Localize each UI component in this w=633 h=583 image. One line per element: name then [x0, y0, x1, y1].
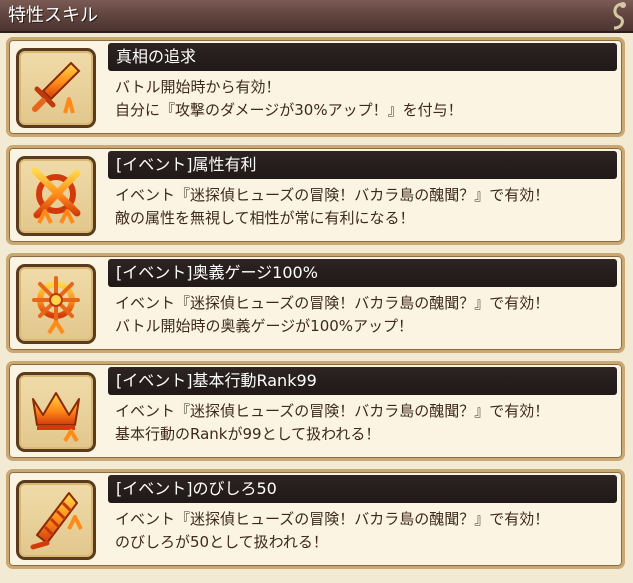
skill-description: イベント『迷探偵ヒューズの冒険！バカラ島の醜聞？』で有効！ 敵の属性を無視して相…: [115, 184, 620, 230]
skill-title: [イベント]属性有利: [116, 155, 257, 174]
skill-title-bar: [イベント]奥義ゲージ100%: [108, 259, 617, 287]
ougi-gauge-icon: [32, 276, 80, 335]
skill-title: [イベント]基本行動Rank99: [116, 371, 317, 390]
skill-description-line: 自分に『攻撃のダメージが30%アップ！』を付与！: [115, 101, 463, 119]
skill-description-line: 基本行動のRankが99として扱われる！: [115, 425, 381, 443]
skill-title: 真相の追求: [116, 47, 197, 66]
skill-card[interactable]: [イベント]属性有利 イベント『迷探偵ヒューズの冒険！バカラ島の醜聞？』で有効！…: [6, 145, 625, 245]
section-header: 特性スキル: [0, 0, 633, 33]
scroll-ornament-icon: [613, 2, 626, 30]
section-title: 特性スキル: [8, 5, 98, 26]
skill-icon-frame: [16, 156, 96, 236]
skill-description-line: イベント『迷探偵ヒューズの冒険！バカラ島の醜聞？』で有効！: [115, 186, 550, 204]
skill-title-bar: [イベント]のびしろ50: [108, 475, 617, 503]
skill-icon-frame: [16, 48, 96, 128]
skill-card[interactable]: [イベント]基本行動Rank99 イベント『迷探偵ヒューズの冒険！バカラ島の醜聞…: [6, 361, 625, 461]
skill-description: イベント『迷探偵ヒューズの冒険！バカラ島の醜聞？』で有効！ バトル開始時の奥義ゲ…: [115, 292, 620, 338]
drill-icon: [30, 492, 83, 550]
skill-description: イベント『迷探偵ヒューズの冒険！バカラ島の醜聞？』で有効！ 基本行動のRankが…: [115, 400, 620, 446]
skill-icon-frame: [16, 480, 96, 560]
skill-description: イベント『迷探偵ヒューズの冒険！バカラ島の醜聞？』で有効！ のびしろが50として…: [115, 508, 620, 554]
skill-icon-frame: [16, 264, 96, 344]
skill-title: [イベント]のびしろ50: [116, 479, 277, 498]
skill-description-line: イベント『迷探偵ヒューズの冒険！バカラ島の醜聞？』で有効！: [115, 510, 550, 528]
sword-icon: [32, 61, 81, 114]
skill-card[interactable]: [イベント]奥義ゲージ100% イベント『迷探偵ヒューズの冒険！バカラ島の醜聞？…: [6, 253, 625, 353]
skill-title: [イベント]奥義ゲージ100%: [116, 263, 318, 282]
skill-icon-frame: [16, 372, 96, 452]
skill-description: バトル開始時から有効！ 自分に『攻撃のダメージが30%アップ！』を付与！: [115, 76, 620, 122]
skill-card[interactable]: [イベント]のびしろ50 イベント『迷探偵ヒューズの冒険！バカラ島の醜聞？』で有…: [6, 469, 625, 569]
skill-card[interactable]: 真相の追求 バトル開始時から有効！ 自分に『攻撃のダメージが30%アップ！』を付…: [6, 37, 625, 137]
skill-description-line: 敵の属性を無視して相性が常に有利になる！: [115, 209, 415, 227]
attribute-advantage-icon: [31, 167, 81, 224]
skill-description-line: イベント『迷探偵ヒューズの冒険！バカラ島の醜聞？』で有効！: [115, 294, 550, 312]
skill-description-line: のびしろが50として扱われる！: [115, 533, 328, 551]
skill-description-line: イベント『迷探偵ヒューズの冒険！バカラ島の醜聞？』で有効！: [115, 402, 550, 420]
skill-title-bar: [イベント]基本行動Rank99: [108, 367, 617, 395]
crown-icon: [32, 392, 80, 443]
skill-description-line: バトル開始時から有効！: [115, 78, 281, 96]
skill-description-line: バトル開始時の奥義ゲージが100%アップ！: [115, 317, 414, 335]
skill-title-bar: 真相の追求: [108, 43, 617, 71]
skill-title-bar: [イベント]属性有利: [108, 151, 617, 179]
